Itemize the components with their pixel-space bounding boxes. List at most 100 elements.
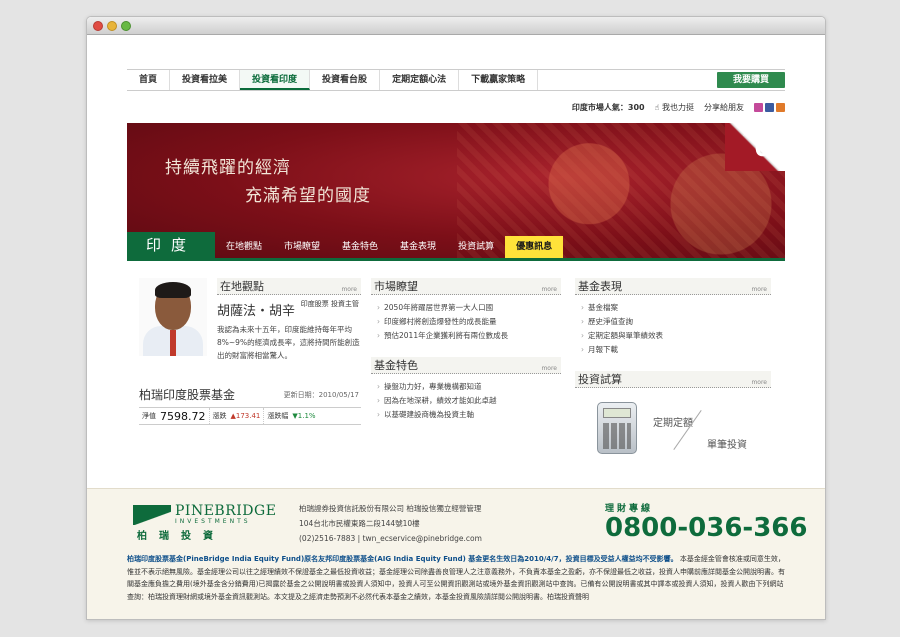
more-link[interactable]: more — [541, 360, 557, 377]
features-header: 基金特色 more — [371, 357, 561, 374]
manager-photo — [139, 278, 207, 356]
page: 首頁 投資看拉美 投資看印度 投資看台股 定期定額心法 下載贏家策略 我要購買 … — [87, 36, 825, 619]
nav-cell: 淨值 7598.72 — [139, 408, 210, 424]
list-item[interactable]: 歷史淨值查詢 — [581, 315, 771, 329]
disclaimer: 柏瑞印度股票基金(PineBridge India Equity Fund)原名… — [127, 553, 785, 603]
calc-lump-sum-option[interactable]: 單筆投資 — [707, 436, 747, 451]
fund-update-date: 更新日期：2010/05/17 — [283, 391, 359, 399]
share-label: 分享給朋友 — [704, 102, 744, 112]
support-link[interactable]: ☝ 我也力挺 — [655, 102, 694, 113]
more-link[interactable]: more — [751, 374, 767, 391]
list-item[interactable]: 定期定額與單筆績效表 — [581, 329, 771, 343]
nav-item-latam[interactable]: 投資看拉美 — [170, 70, 241, 90]
pinebridge-logo[interactable]: PINEBRIDGE INVESTMENTS 柏瑞投資 — [133, 503, 283, 542]
list-item[interactable]: 印度鄉村將創造爆發性的成長能量 — [377, 315, 561, 329]
pct-label: 漲跌幅 — [267, 412, 289, 420]
manager-quote: 我認為未來十五年，印度能維持每年平均8%~9%的經濟成長率，這將持間所能創造出的… — [217, 325, 360, 360]
tab-calculator[interactable]: 投資試算 — [447, 236, 505, 258]
buy-button[interactable]: 我要購買 — [716, 72, 785, 88]
list-item[interactable]: 2050年將躍居世界第一大人口國 — [377, 301, 561, 315]
sub-toolbar: 印度市場人氣：300 ☝ 我也力挺 分享給朋友 — [127, 100, 785, 114]
logo-sub: INVESTMENTS — [175, 518, 251, 525]
disclaimer-highlight: 柏瑞印度股票基金(PineBridge India Equity Fund)原名… — [127, 555, 678, 563]
hero-headline-1: 持續飛躍的經濟 — [165, 158, 291, 178]
calculator-icon[interactable] — [597, 402, 637, 454]
tab-features[interactable]: 基金特色 — [331, 236, 389, 258]
region-label: 印度 — [127, 232, 215, 258]
rss-icon[interactable] — [776, 102, 785, 112]
local-view-panel: 在地觀點 more 胡薩法・胡辛 印度股票 投資主管 我認為未來十五年，印度能維… — [139, 278, 361, 425]
browser-window: 首頁 投資看拉美 投資看印度 投資看台股 定期定額心法 下載贏家策略 我要購買 … — [86, 16, 826, 620]
calc-regular-option[interactable]: 定期定額 — [653, 414, 693, 429]
hero-headline-2: 充滿希望的國度 — [245, 186, 371, 206]
local-view-title: 在地觀點 — [220, 280, 264, 293]
list-item[interactable]: 預估2011年企業獲利將有兩位數成長 — [377, 329, 561, 343]
tab-promotions[interactable]: 優惠訊息 — [505, 236, 564, 258]
more-link[interactable]: more — [541, 281, 557, 298]
market-header: 市場瞭望 more — [371, 278, 561, 295]
top-nav: 首頁 投資看拉美 投資看印度 投資看台股 定期定額心法 下載贏家策略 我要購買 — [127, 69, 785, 91]
tab-local-view[interactable]: 在地觀點 — [215, 236, 273, 258]
promo-value: 0% — [754, 137, 779, 162]
calculator-widget: 定期定額 單筆投資 — [575, 396, 771, 466]
company-contact: (02)2516-7883 | twn_ecservice@pinebridge… — [299, 534, 482, 543]
thumbs-up-icon: ☝ — [654, 102, 660, 112]
manager-title: 印度股票 投資主管 — [300, 300, 359, 308]
plurk-icon[interactable] — [754, 102, 763, 112]
change-cell: 漲跌 ▲173.41 — [210, 408, 265, 424]
share-icons — [754, 102, 785, 112]
calculator-title: 投資試算 — [578, 373, 622, 386]
tab-underline — [127, 258, 785, 261]
features-list: 操盤功力好，專業機構都知道 因為在地深耕，績效才能如此卓越 以基礎建設商機為投資… — [371, 374, 561, 422]
company-address: 104台北市民權東路二段144號10樓 — [299, 519, 420, 528]
nav-item-home[interactable]: 首頁 — [127, 70, 171, 90]
performance-title: 基金表現 — [578, 280, 622, 293]
list-item[interactable]: 因為在地深耕，績效才能如此卓越 — [377, 394, 561, 408]
main-content: 在地觀點 more 胡薩法・胡辛 印度股票 投資主管 我認為未來十五年，印度能維… — [127, 268, 785, 488]
minimize-window-button[interactable] — [107, 21, 117, 31]
performance-header: 基金表現 more — [575, 278, 771, 295]
manager-info: 胡薩法・胡辛 印度股票 投資主管 我認為未來十五年，印度能維持每年平均8%~9%… — [217, 300, 361, 362]
nav-item-regular-saving[interactable]: 定期定額心法 — [380, 70, 460, 90]
window-titlebar — [87, 17, 825, 35]
promo-badge[interactable]: 定期定額 0% — [743, 125, 779, 166]
footer: PINEBRIDGE INVESTMENTS 柏瑞投資 柏瑞證券投資信託股份有限… — [87, 488, 825, 619]
market-features-panel: 市場瞭望 more 2050年將躍居世界第一大人口國 印度鄉村將創造爆發性的成長… — [371, 278, 561, 422]
list-item[interactable]: 以基礎建設商機為投資主軸 — [377, 408, 561, 422]
tab-market[interactable]: 市場瞭望 — [273, 236, 331, 258]
tab-performance[interactable]: 基金表現 — [389, 236, 447, 258]
fund-quote: 柏瑞印度股票基金 更新日期：2010/05/17 淨值 7598.72 漲跌 ▲… — [139, 386, 361, 425]
close-window-button[interactable] — [93, 21, 103, 31]
change-label: 漲跌 — [212, 412, 227, 420]
hotline-number: 0800-036-366 — [605, 513, 808, 543]
change-value: ▲173.41 — [230, 412, 261, 420]
facebook-icon[interactable] — [765, 102, 774, 112]
support-label: 我也力挺 — [662, 102, 694, 112]
pct-cell: 漲跌幅 ▼1.1% — [264, 408, 318, 424]
logo-mark-icon — [133, 505, 171, 525]
features-title: 基金特色 — [374, 359, 418, 372]
share-link[interactable]: 分享給朋友 — [704, 102, 744, 113]
nav-value: 7598.72 — [160, 409, 206, 423]
maximize-window-button[interactable] — [121, 21, 131, 31]
logo-cn: 柏瑞投資 — [137, 531, 225, 542]
nav-item-india[interactable]: 投資看印度 — [240, 70, 311, 90]
list-item[interactable]: 基金檔案 — [581, 301, 771, 315]
pct-value: ▼1.1% — [292, 412, 316, 420]
company-name: 柏瑞證券投資信託股份有限公司 柏瑞投信獨立經營管理 — [299, 504, 482, 513]
hotline: 理財專線 0800-036-366 — [605, 501, 808, 542]
more-link[interactable]: more — [751, 281, 767, 298]
popularity-counter: 印度市場人氣：300 — [571, 102, 645, 112]
list-item[interactable]: 操盤功力好，專業機構都知道 — [377, 380, 561, 394]
list-item[interactable]: 月報下載 — [581, 343, 771, 357]
more-link[interactable]: more — [341, 281, 357, 298]
market-list: 2050年將躍居世界第一大人口國 印度鄉村將創造爆發性的成長能量 預估2011年… — [371, 295, 561, 343]
performance-calculator-panel: 基金表現 more 基金檔案 歷史淨值查詢 定期定額與單筆績效表 月報下載 投資… — [575, 278, 771, 466]
calculator-header: 投資試算 more — [575, 371, 771, 388]
nav-item-download-strategy[interactable]: 下載贏家策略 — [459, 70, 539, 90]
nav-label: 淨值 — [142, 412, 156, 420]
market-title: 市場瞭望 — [374, 280, 418, 293]
nav-item-taiwan[interactable]: 投資看台股 — [310, 70, 381, 90]
fund-quote-row: 淨值 7598.72 漲跌 ▲173.41 漲跌幅 ▼1.1% — [139, 407, 361, 425]
company-info: 柏瑞證券投資信託股份有限公司 柏瑞投信獨立經營管理 104台北市民權東路二段14… — [299, 501, 482, 546]
